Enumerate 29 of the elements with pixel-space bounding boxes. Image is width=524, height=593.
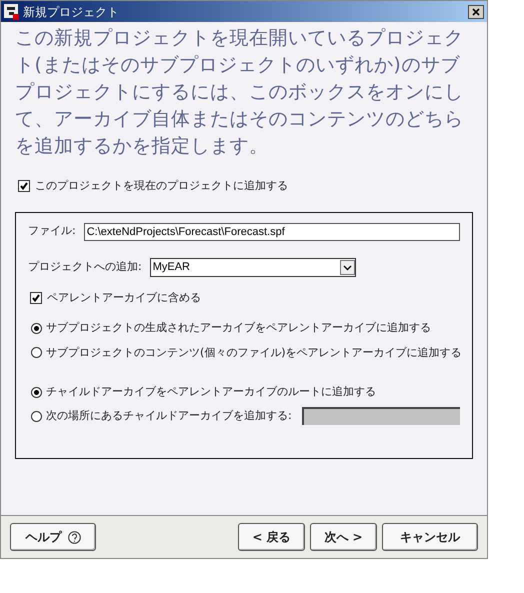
window-title: 新規プロジェクト [23,4,120,20]
radio-button[interactable] [31,410,42,422]
location-field[interactable] [302,407,460,425]
cancel-button[interactable]: キャンセル [382,523,478,551]
radio-label: 次の場所にあるチャイルドアーカイブを追加する: [46,408,292,424]
check-icon [32,294,40,302]
file-label: ファイル: [28,223,76,240]
project-label: プロジェクトへの追加: [28,258,142,275]
radio-button[interactable] [31,347,42,358]
help-icon [68,530,80,544]
radio-label: チャイルドアーカイブをペアレントアーカイブのルートに追加する [46,384,376,400]
file-field[interactable]: C:\exteNdProjects\Forecast\Forecast.spf [84,222,460,240]
next-button[interactable]: 次へ > [310,523,377,551]
radio-button[interactable] [31,386,42,398]
radio-button[interactable] [31,322,42,334]
app-icon [4,4,20,20]
help-button[interactable]: ヘルプ [10,523,96,551]
back-button[interactable]: < 戻る [238,523,305,551]
project-dropdown[interactable]: MyEAR [150,258,356,276]
checkbox[interactable] [18,180,30,192]
close-icon [472,8,480,16]
description-text: この新規プロジェクトを現在開いているプロジェクト(またはそのサブプロジェクトのいずれか)のサブプロジェクトにするには、このボックスをオンにして、アーカイブ自体またはそのコンテンツのどちらを追加するかを指定します。 [14,26,464,159]
checkbox-label: このプロジェクトを現在のプロジェクトに追加する [35,178,288,194]
close-button[interactable] [468,4,484,18]
radio-label: サブプロジェクトのコンテンツ(個々のファイル)をペアレントアーカイブに追加する [46,344,462,360]
check-icon [20,182,28,190]
checkbox[interactable] [30,292,42,304]
checkbox-label: ペアレントアーカイブに含める [47,290,201,306]
radio-label: サブプロジェクトの生成されたアーカイブをペアレントアーカイブに追加する [46,320,431,336]
